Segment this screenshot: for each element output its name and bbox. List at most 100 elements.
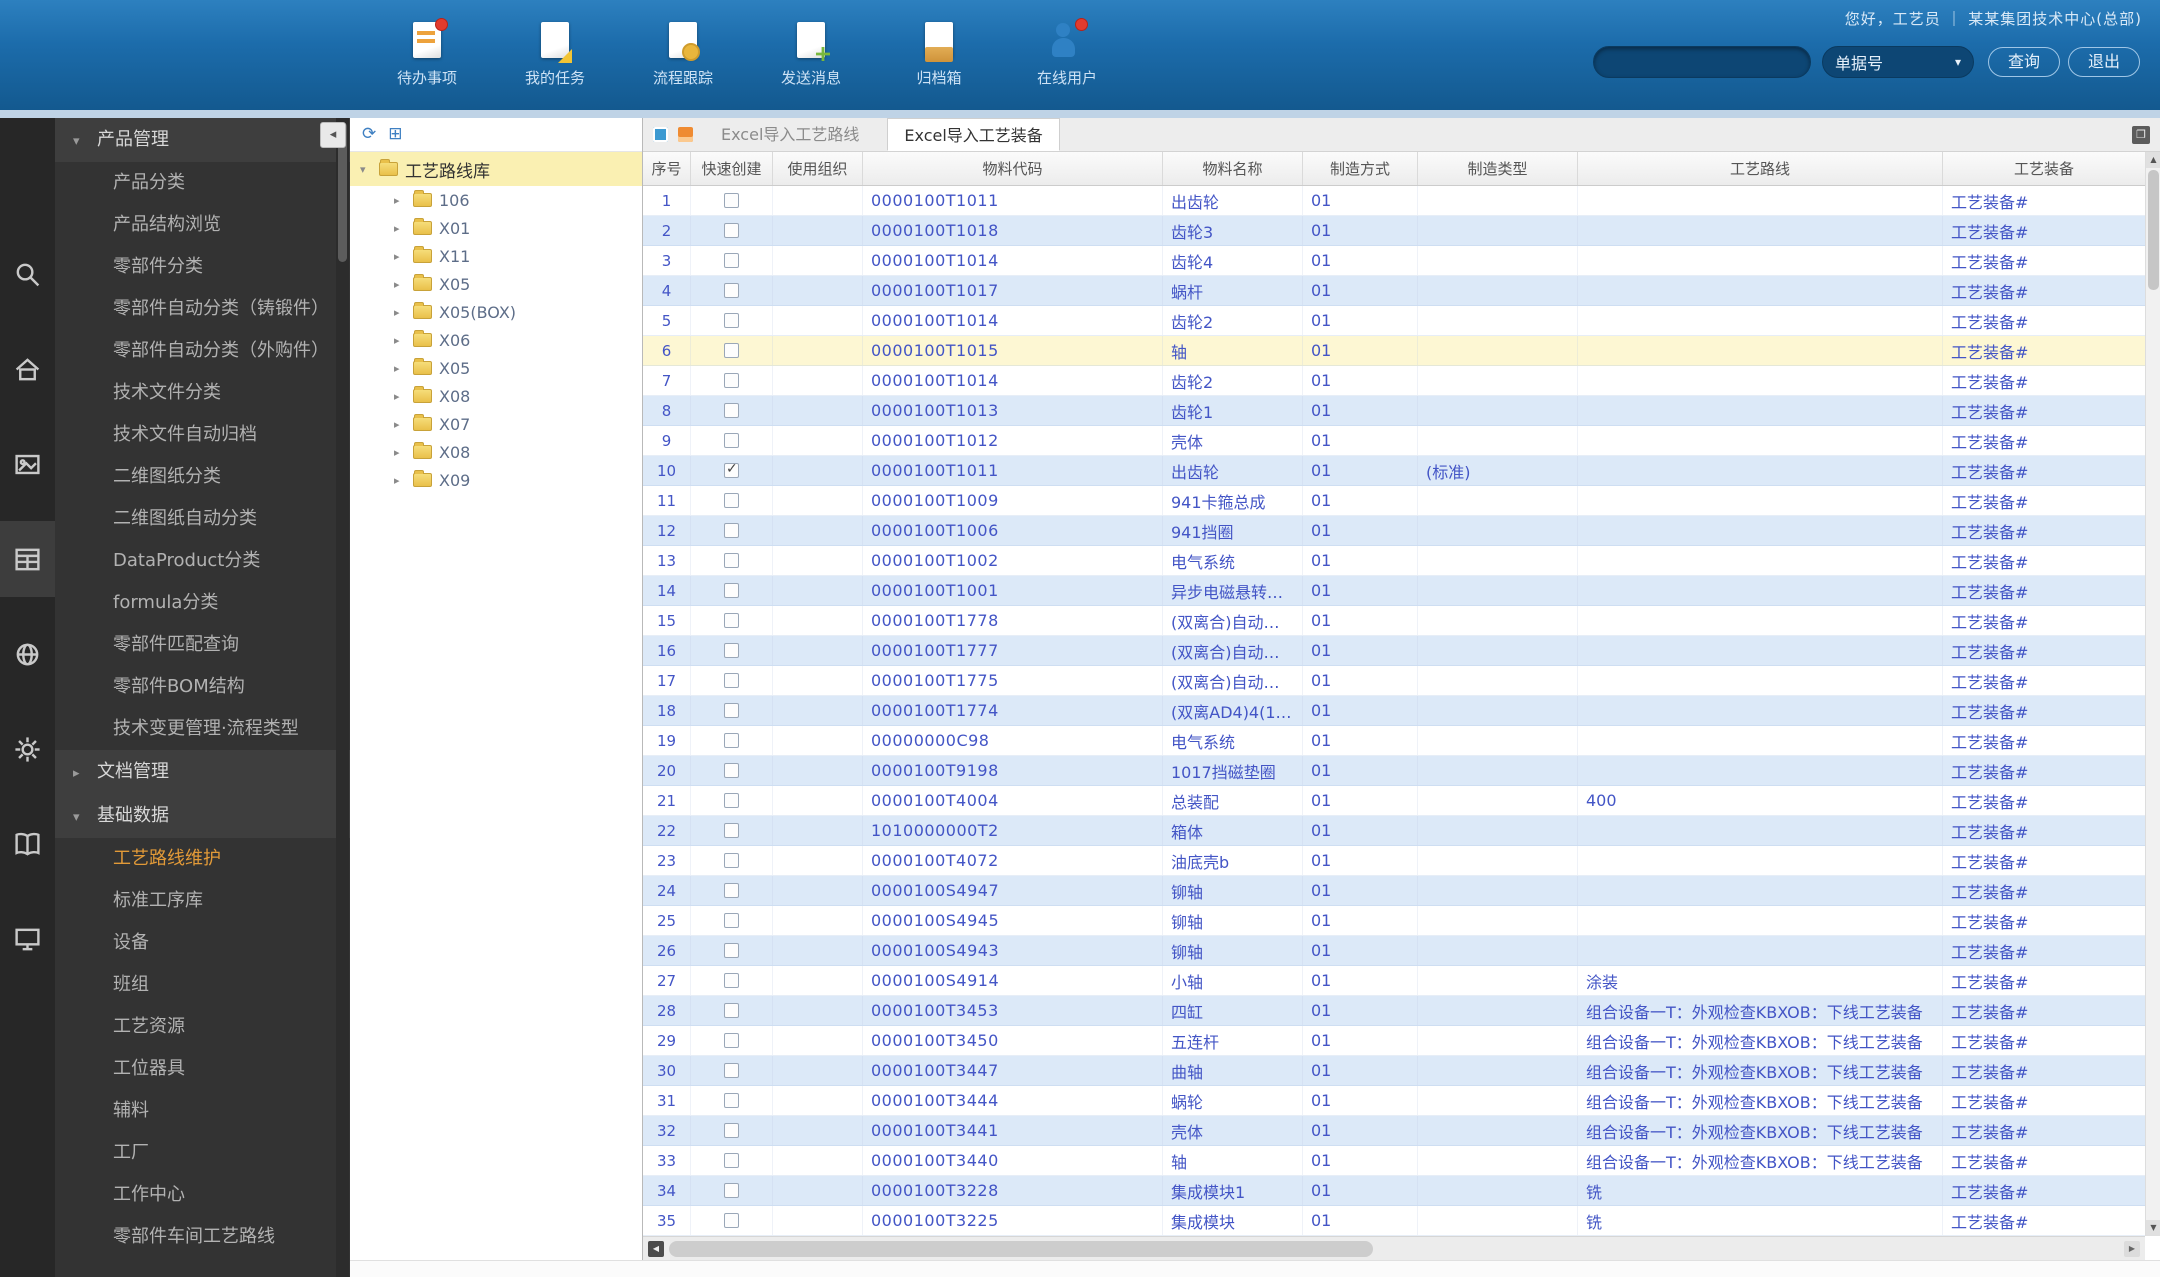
material-name-link[interactable]: 1017挡磁垫圈 [1171, 759, 1276, 783]
material-name-link[interactable]: 齿轮2 [1171, 369, 1213, 393]
table-row[interactable]: 32 0000100T3441 壳体 01 组合设备一T：外观检查KBXOB：下线工艺装… [643, 1116, 2145, 1146]
equipment-link[interactable]: 工艺装备# [1951, 489, 2028, 513]
table-row[interactable]: 27 0000100S4914 小轴 01 涂装 工艺装备# [643, 966, 2145, 996]
material-name-link[interactable]: 轴 [1171, 339, 1187, 363]
material-code-link[interactable]: 0000100T1775 [871, 671, 999, 690]
quick-create-checkbox[interactable] [724, 1213, 739, 1228]
material-name-link[interactable]: (双离合)自动变速总... [1171, 609, 1294, 633]
tree-node[interactable]: ▸ X09 [350, 466, 642, 494]
sidebar-item[interactable]: 班组 [55, 964, 350, 1006]
material-name-link[interactable]: 941挡圈 [1171, 519, 1234, 543]
sidebar-section-header[interactable]: ▾ 产品管理 [55, 118, 350, 162]
equipment-link[interactable]: 工艺装备# [1951, 609, 2028, 633]
quick-create-checkbox[interactable] [724, 433, 739, 448]
sidebar-item[interactable]: 零部件自动分类（外购件） [55, 330, 350, 372]
table-row[interactable]: 11 0000100T1009 941卡箍总成 01 工艺装备# [643, 486, 2145, 516]
material-code-link[interactable]: 0000100S4914 [871, 971, 999, 990]
quick-create-checkbox[interactable] [724, 373, 739, 388]
table-row[interactable]: 8 0000100T1013 齿轮1 01 工艺装备# [643, 396, 2145, 426]
material-name-link[interactable]: 集成模块1 [1171, 1179, 1245, 1203]
equipment-link[interactable]: 工艺装备# [1951, 1059, 2028, 1083]
make-mode-link[interactable]: 01 [1311, 401, 1331, 420]
toolbar-item[interactable]: 发送消息 [769, 22, 853, 88]
column-header-8[interactable]: 工艺路线 [1578, 152, 1943, 185]
horizontal-scrollbar-thumb[interactable] [669, 1241, 1373, 1257]
make-mode-link[interactable]: 01 [1311, 1091, 1331, 1110]
tree-node[interactable]: ▸ X05(BOX) [350, 298, 642, 326]
material-code-link[interactable]: 0000100T1018 [871, 221, 999, 240]
quick-create-checkbox[interactable] [724, 493, 739, 508]
material-code-link[interactable]: 1010000000T2 [871, 821, 999, 840]
quick-create-checkbox[interactable] [724, 283, 739, 298]
table-row[interactable]: 25 0000100S4945 铆轴 01 工艺装备# [643, 906, 2145, 936]
scroll-down-icon[interactable]: ▼ [2146, 1220, 2160, 1236]
equipment-link[interactable]: 工艺装备# [1951, 459, 2028, 483]
make-mode-link[interactable]: 01 [1311, 1121, 1331, 1140]
table-row[interactable]: 20 0000100T9198 1017挡磁垫圈 01 工艺装备# [643, 756, 2145, 786]
quick-create-checkbox[interactable] [724, 1003, 739, 1018]
tree-node[interactable]: ▸ X08 [350, 438, 642, 466]
equipment-link[interactable]: 工艺装备# [1951, 1089, 2028, 1113]
equipment-link[interactable]: 工艺装备# [1951, 1209, 2028, 1233]
route-link[interactable]: 铣 [1586, 1209, 1602, 1233]
table-row[interactable]: 9 0000100T1012 壳体 01 工艺装备# [643, 426, 2145, 456]
equipment-link[interactable]: 工艺装备# [1951, 429, 2028, 453]
make-mode-link[interactable]: 01 [1311, 341, 1331, 360]
sidebar-item[interactable]: 二维图纸自动分类 [55, 498, 350, 540]
make-mode-link[interactable]: 01 [1311, 491, 1331, 510]
tree-node[interactable]: ▸ X06 [350, 326, 642, 354]
quick-create-checkbox[interactable] [724, 913, 739, 928]
tree-root-node[interactable]: ▾ 工艺路线库 [350, 152, 642, 186]
quick-create-checkbox[interactable] [724, 1183, 739, 1198]
equipment-link[interactable]: 工艺装备# [1951, 729, 2028, 753]
equipment-link[interactable]: 工艺装备# [1951, 579, 2028, 603]
material-name-link[interactable]: (双离合)自动变速总... [1171, 639, 1294, 663]
toolbar-item[interactable]: 在线用户 [1025, 18, 1109, 88]
equipment-link[interactable]: 工艺装备# [1951, 279, 2028, 303]
tree-node[interactable]: ▸ 106 [350, 186, 642, 214]
quick-create-checkbox[interactable] [724, 853, 739, 868]
column-header-2[interactable]: 快速创建 [691, 152, 773, 185]
equipment-link[interactable]: 工艺装备# [1951, 639, 2028, 663]
make-mode-link[interactable]: 01 [1311, 191, 1331, 210]
material-code-link[interactable]: 0000100T3453 [871, 1001, 999, 1020]
table-row[interactable]: 29 0000100T3450 五连杆 01 组合设备一T：外观检查KBXOB：下线工艺… [643, 1026, 2145, 1056]
material-code-link[interactable]: 0000100T1011 [871, 191, 999, 210]
make-mode-link[interactable]: 01 [1311, 431, 1331, 450]
list-view-icon[interactable] [678, 127, 693, 142]
quick-create-checkbox[interactable] [724, 223, 739, 238]
column-header-6[interactable]: 制造方式 [1303, 152, 1418, 185]
table-icon[interactable] [13, 545, 42, 574]
monitor-icon[interactable] [13, 925, 42, 954]
material-name-link[interactable]: 四缸 [1171, 999, 1203, 1023]
make-mode-link[interactable]: 01 [1311, 671, 1331, 690]
make-mode-link[interactable]: 01 [1311, 551, 1331, 570]
equipment-link[interactable]: 工艺装备# [1951, 399, 2028, 423]
make-mode-link[interactable]: 01 [1311, 641, 1331, 660]
route-link[interactable]: 400 [1586, 791, 1617, 810]
material-name-link[interactable]: 蜗轮 [1171, 1089, 1203, 1113]
make-mode-link[interactable]: 01 [1311, 1001, 1331, 1020]
sidebar-item[interactable]: 技术文件分类 [55, 372, 350, 414]
material-code-link[interactable]: 0000100T1006 [871, 521, 999, 540]
make-mode-link[interactable]: 01 [1311, 851, 1331, 870]
tree-node[interactable]: ▸ X05 [350, 354, 642, 382]
material-code-link[interactable]: 0000100T3450 [871, 1031, 999, 1050]
equipment-link[interactable]: 工艺装备# [1951, 369, 2028, 393]
material-name-link[interactable]: 油底壳b [1171, 849, 1229, 873]
maximize-icon[interactable]: ❐ [2132, 125, 2150, 144]
horizontal-scrollbar[interactable]: ◀ ▶ [643, 1236, 2145, 1260]
quick-create-checkbox[interactable] [724, 703, 739, 718]
material-code-link[interactable]: 0000100T1002 [871, 551, 999, 570]
equipment-link[interactable]: 工艺装备# [1951, 1149, 2028, 1173]
make-mode-link[interactable]: 01 [1311, 941, 1331, 960]
material-name-link[interactable]: 壳体 [1171, 1119, 1203, 1143]
table-row[interactable]: 23 0000100T4072 油底壳b 01 工艺装备# [643, 846, 2145, 876]
sidebar-item[interactable]: 零部件分类 [55, 246, 350, 288]
equipment-link[interactable]: 工艺装备# [1951, 309, 2028, 333]
material-name-link[interactable]: 铆轴 [1171, 939, 1203, 963]
table-row[interactable]: 34 0000100T3228 集成模块1 01 铣 工艺装备# [643, 1176, 2145, 1206]
material-name-link[interactable]: (双离合)自动变速... [1171, 669, 1294, 693]
make-mode-link[interactable]: 01 [1311, 1151, 1331, 1170]
equipment-link[interactable]: 工艺装备# [1951, 1179, 2028, 1203]
